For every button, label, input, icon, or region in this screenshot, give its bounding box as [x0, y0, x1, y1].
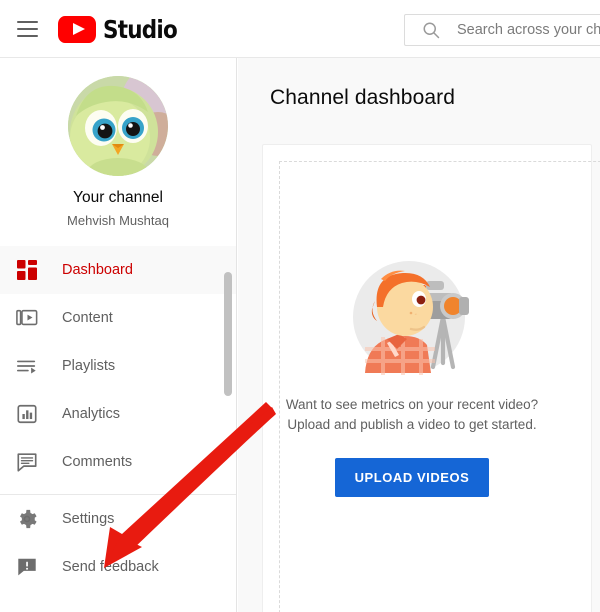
- dashboard-card: Want to see metrics on your recent video…: [262, 144, 600, 612]
- sidebar-item-label: Comments: [62, 454, 133, 471]
- hamburger-menu-icon[interactable]: [12, 15, 42, 43]
- left-sidebar: Your channel Mehvish Mushtaq Dashboard C…: [0, 58, 237, 612]
- gear-icon: [10, 508, 44, 530]
- search-icon: [405, 20, 457, 40]
- channel-identity-block: Your channel Mehvish Mushtaq: [0, 58, 236, 228]
- playlist-lines-icon: [10, 355, 44, 377]
- youtube-studio-window: Studio Search across your channel Your c…: [0, 0, 600, 612]
- channel-name: Mehvish Mushtaq: [67, 212, 169, 228]
- sidebar-item-settings[interactable]: Settings: [0, 495, 236, 543]
- empty-state-line-1: Want to see metrics on your recent video…: [285, 397, 539, 412]
- bar-chart-icon: [10, 403, 44, 425]
- feedback-alert-icon: [10, 556, 44, 578]
- search-input[interactable]: [457, 22, 600, 38]
- channel-title: Your channel: [73, 189, 163, 206]
- sidebar-item-dashboard[interactable]: Dashboard: [0, 246, 236, 295]
- sidebar-item-label: Playlists: [62, 358, 116, 375]
- studio-brand-link[interactable]: Studio: [58, 13, 189, 45]
- sidebar-item-content[interactable]: Content: [0, 294, 236, 342]
- empty-state-block: Want to see metrics on your recent video…: [263, 255, 561, 498]
- channel-avatar-bird[interactable]: [68, 76, 168, 176]
- video-stack-icon: [10, 307, 44, 329]
- top-header-bar: Studio: [0, 0, 600, 58]
- sidebar-item-label: Dashboard: [62, 262, 133, 279]
- sidebar-item-comments[interactable]: Comments: [0, 438, 236, 486]
- empty-state-line-2: Upload and publish a video to get starte…: [287, 416, 537, 432]
- sidebar-item-label: Content: [62, 310, 113, 327]
- sidebar-item-send-feedback[interactable]: Send feedback: [0, 543, 236, 591]
- menu-line: [16, 35, 38, 37]
- sidebar-item-label: Settings: [62, 511, 115, 528]
- sidebar-scrollbar-thumb[interactable]: [224, 272, 232, 396]
- sidebar-item-label: Analytics: [62, 406, 121, 423]
- sidebar-bottom-list: Settings Send feedback: [0, 495, 236, 591]
- dashboard-grid-icon: [10, 259, 44, 281]
- sidebar-nav-list: Dashboard Content Playlists Analytics Co…: [0, 246, 236, 486]
- sidebar-scrollbar-track[interactable]: [223, 58, 234, 612]
- search-box[interactable]: [404, 14, 600, 46]
- brand-label: Studio: [103, 14, 178, 44]
- main-content-area: Channel dashboard Want to see metrics on…: [238, 58, 600, 612]
- videographer-illustration: [347, 255, 477, 381]
- comment-bubble-icon: [10, 451, 44, 473]
- upload-videos-button[interactable]: UPLOAD VIDEOS: [334, 458, 490, 498]
- sidebar-item-playlists[interactable]: Playlists: [0, 342, 236, 390]
- menu-line: [16, 21, 38, 23]
- sidebar-item-analytics[interactable]: Analytics: [0, 390, 236, 438]
- page-title: Channel dashboard: [270, 86, 456, 109]
- menu-line: [16, 28, 38, 30]
- youtube-play-logo-icon: [58, 15, 96, 43]
- sidebar-item-label: Send feedback: [62, 559, 159, 576]
